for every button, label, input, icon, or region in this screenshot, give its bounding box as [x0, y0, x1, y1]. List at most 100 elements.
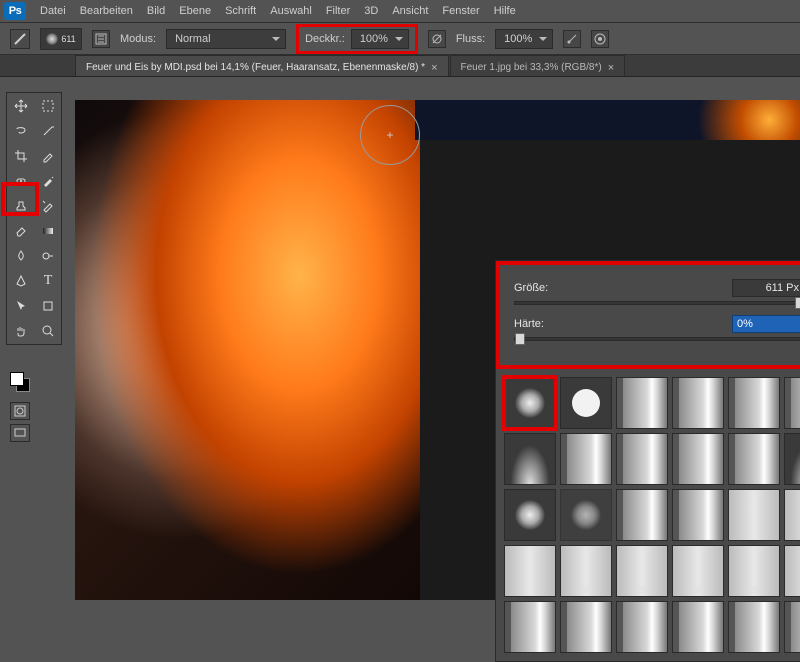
brush-preset-airbrush[interactable] [504, 545, 556, 597]
document-tab-inactive[interactable]: Feuer 1.jpg bei 33,3% (RGB/8*) × [450, 55, 626, 76]
brush-settings-highlight: Größe: 611 Px Härte: 0% [496, 261, 800, 369]
tablet-opacity-icon[interactable] [428, 30, 446, 48]
slider-thumb-icon[interactable] [795, 297, 800, 309]
blur-tool-icon[interactable] [8, 244, 34, 268]
brush-preset-label: 50 [693, 585, 703, 595]
menu-layer[interactable]: Ebene [179, 5, 211, 17]
brush-preset-airbrush[interactable]: 25 [784, 489, 800, 541]
menu-view[interactable]: Ansicht [392, 5, 428, 17]
crop-tool-icon[interactable] [8, 144, 34, 168]
pen-tool-icon[interactable] [8, 269, 34, 293]
brush-size-slider[interactable] [514, 301, 800, 305]
menu-edit[interactable]: Bearbeiten [80, 5, 133, 17]
brush-preset[interactable] [616, 377, 668, 429]
brush-preset-fan[interactable] [504, 433, 556, 485]
hand-tool-icon[interactable] [8, 319, 34, 343]
document-image-strip [415, 100, 800, 140]
brush-preset-soft-round[interactable] [504, 489, 556, 541]
brush-preset-airbrush[interactable]: 50 [672, 545, 724, 597]
menu-type[interactable]: Schrift [225, 5, 256, 17]
brush-preset-label: 50 [581, 585, 591, 595]
tool-preset-icon[interactable] [10, 29, 30, 49]
foreground-color-swatch[interactable] [10, 372, 24, 386]
brush-settings-popup: Größe: 611 Px Härte: 0% [495, 260, 800, 662]
brush-preset-soft-round[interactable] [504, 377, 556, 429]
brush-preset-airbrush[interactable]: 25 [728, 545, 780, 597]
brush-preset-fan[interactable] [784, 433, 800, 485]
stamp-tool-icon[interactable] [8, 194, 34, 218]
options-bar: 611 Modus: Normal Deckkr.: 100% Fluss: 1… [0, 23, 800, 55]
brush-preset[interactable] [672, 601, 724, 653]
quickmask-toggle-icon[interactable] [10, 402, 30, 420]
menu-window[interactable]: Fenster [442, 5, 479, 17]
move-tool-icon[interactable] [8, 94, 34, 118]
heal-tool-icon[interactable] [8, 169, 34, 193]
eraser-tool-icon[interactable] [8, 219, 34, 243]
brush-hardness-slider[interactable] [514, 337, 800, 341]
brush-preset-hard-round[interactable] [560, 377, 612, 429]
brush-preset[interactable] [672, 433, 724, 485]
dodge-tool-icon[interactable] [35, 244, 61, 268]
menu-3d[interactable]: 3D [364, 5, 378, 17]
opacity-dropdown[interactable]: 100% [351, 29, 409, 49]
brush-preset[interactable] [616, 433, 668, 485]
zoom-tool-icon[interactable] [35, 319, 61, 343]
canvas-area[interactable]: + Größe: 611 Px Härte: 0% [75, 100, 800, 600]
menu-image[interactable]: Bild [147, 5, 165, 17]
close-icon[interactable]: × [431, 62, 437, 74]
type-tool-icon[interactable]: T [35, 269, 61, 293]
shape-tool-icon[interactable] [35, 294, 61, 318]
airbrush-toggle-icon[interactable] [563, 30, 581, 48]
lasso-tool-icon[interactable] [8, 119, 34, 143]
brush-preset[interactable] [504, 601, 556, 653]
opacity-value: 100% [360, 33, 388, 45]
brush-preset[interactable] [560, 601, 612, 653]
brush-preset-airbrush[interactable] [784, 545, 800, 597]
brush-preset-airbrush[interactable]: 25 [616, 545, 668, 597]
brush-preset[interactable] [672, 489, 724, 541]
app-logo: Ps [4, 2, 26, 20]
brush-size-preview[interactable]: 611 [40, 28, 82, 50]
menu-select[interactable]: Auswahl [270, 5, 312, 17]
brush-size-value[interactable]: 611 Px [732, 279, 800, 297]
brush-preset-airbrush[interactable]: 50 [560, 545, 612, 597]
brush-dot-icon [46, 33, 58, 45]
flow-dropdown[interactable]: 100% [495, 29, 553, 49]
tablet-size-icon[interactable] [591, 30, 609, 48]
brush-preset[interactable] [616, 601, 668, 653]
brush-preset-airbrush[interactable] [728, 489, 780, 541]
brush-hardness-value[interactable]: 0% [732, 315, 800, 333]
history-brush-tool-icon[interactable] [35, 194, 61, 218]
path-select-tool-icon[interactable] [8, 294, 34, 318]
eyedropper-tool-icon[interactable] [35, 144, 61, 168]
blend-mode-dropdown[interactable]: Normal [166, 29, 286, 49]
brush-preset[interactable] [784, 377, 800, 429]
brush-preset[interactable] [784, 601, 800, 653]
brush-preset[interactable] [560, 433, 612, 485]
brush-preset-soft-round[interactable] [560, 489, 612, 541]
menu-help[interactable]: Hilfe [494, 5, 516, 17]
slider-thumb-icon[interactable] [515, 333, 525, 345]
brush-preset[interactable] [728, 377, 780, 429]
brush-panel-toggle-icon[interactable] [92, 30, 110, 48]
marquee-tool-icon[interactable] [35, 94, 61, 118]
brush-preset[interactable] [672, 377, 724, 429]
close-icon[interactable]: × [608, 62, 614, 74]
brush-tool-icon[interactable] [35, 169, 61, 193]
screenmode-toggle-icon[interactable] [10, 424, 30, 442]
menu-file[interactable]: Datei [40, 5, 66, 17]
brush-preset[interactable] [728, 433, 780, 485]
document-tab-active[interactable]: Feuer und Eis by MDI.psd bei 14,1% (Feue… [75, 55, 449, 76]
document-tab-active-title: Feuer und Eis by MDI.psd bei 14,1% (Feue… [86, 62, 425, 73]
flow-value: 100% [504, 33, 532, 45]
gradient-tool-icon[interactable] [35, 219, 61, 243]
brush-preset-grid: 25 50 25 50 25 [496, 369, 800, 661]
opacity-group-highlight: Deckkr.: 100% [296, 24, 418, 54]
color-swatches[interactable] [10, 372, 30, 392]
brush-preset-label: 25 [637, 585, 647, 595]
brush-preset[interactable] [728, 601, 780, 653]
blend-mode-value: Normal [175, 33, 210, 45]
brush-preset[interactable] [616, 489, 668, 541]
wand-tool-icon[interactable] [35, 119, 61, 143]
menu-filter[interactable]: Filter [326, 5, 350, 17]
